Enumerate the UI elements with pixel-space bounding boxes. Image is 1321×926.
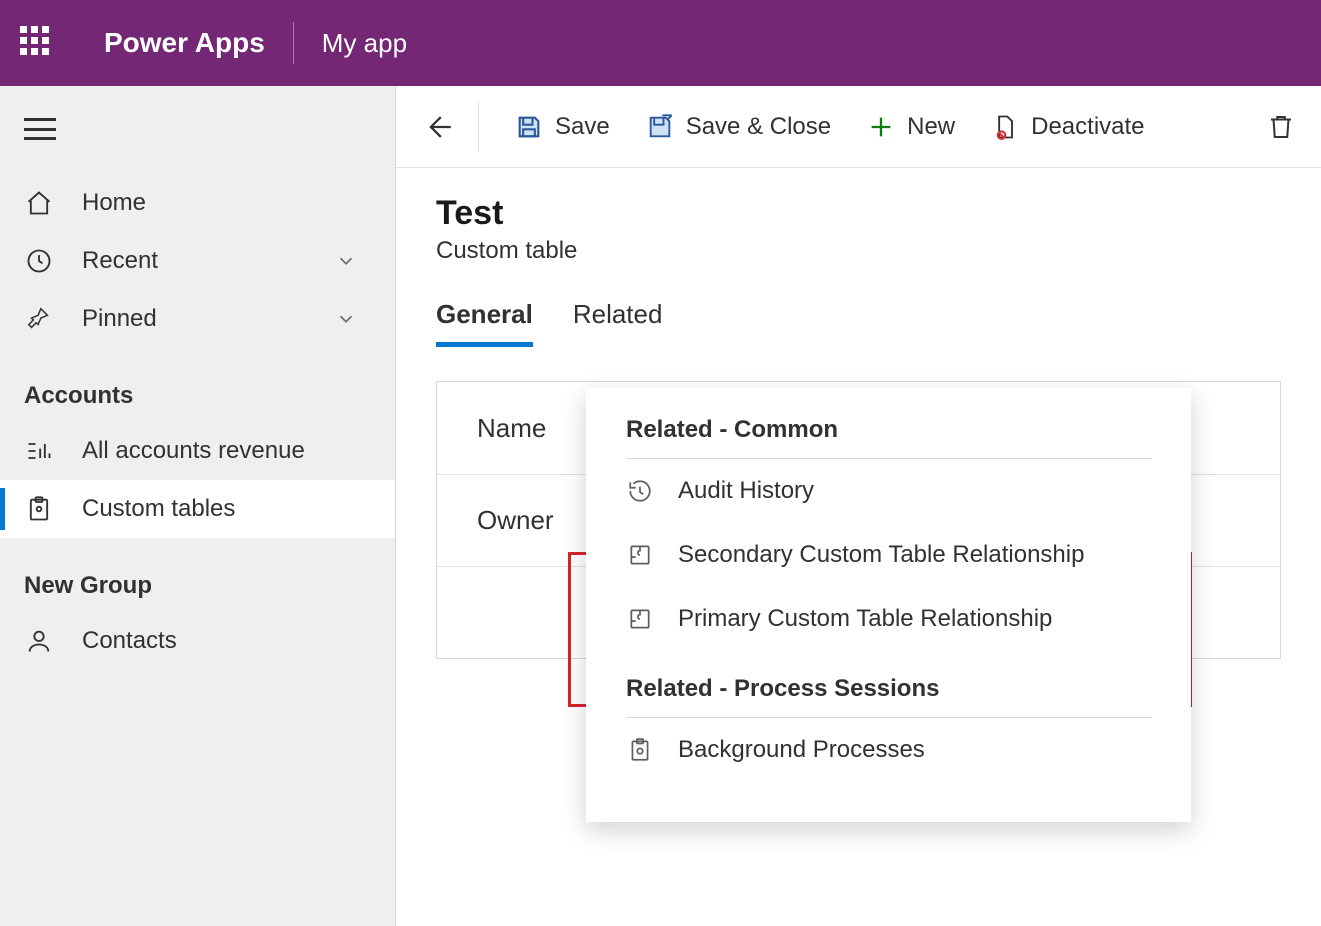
record-subtitle: Custom table (436, 237, 1281, 265)
command-label: New (907, 113, 955, 141)
sidebar-item-contacts[interactable]: Contacts (0, 612, 395, 670)
save-close-icon (646, 113, 674, 141)
chevron-down-icon (335, 308, 357, 330)
command-label: Save (555, 113, 610, 141)
clipboard-icon (626, 736, 654, 764)
sidebar-item-recent[interactable]: Recent (0, 232, 395, 290)
sidebar-item-pinned[interactable]: Pinned (0, 290, 395, 348)
command-label: Save & Close (686, 113, 831, 141)
command-divider (478, 102, 479, 152)
sidebar-group-accounts: Accounts (0, 348, 395, 422)
chart-icon (24, 436, 54, 466)
puzzle-icon (626, 541, 654, 569)
app-header: Power Apps My app (0, 0, 1321, 86)
hamburger-menu-icon[interactable] (24, 118, 56, 140)
save-button[interactable]: Save (497, 100, 628, 154)
flyout-item-label: Background Processes (678, 736, 925, 764)
tab-related[interactable]: Related (573, 299, 663, 347)
deactivate-button[interactable]: Deactivate (973, 100, 1162, 154)
field-label: Name (477, 413, 546, 444)
history-icon (626, 477, 654, 505)
puzzle-icon (626, 605, 654, 633)
flyout-item-label: Audit History (678, 477, 814, 505)
content-area: Save Save & Close New (396, 86, 1321, 926)
flyout-item-label: Primary Custom Table Relationship (678, 605, 1052, 633)
flyout-item-primary-relationship[interactable]: Primary Custom Table Relationship (626, 587, 1151, 651)
field-label: Owner (477, 505, 554, 536)
home-icon (24, 188, 54, 218)
sidebar: Home Recent Pinned Accou (0, 86, 396, 926)
chevron-down-icon (335, 250, 357, 272)
sidebar-item-label: Pinned (82, 305, 157, 333)
deactivate-icon (991, 113, 1019, 141)
sidebar-item-custom-tables[interactable]: Custom tables (0, 480, 395, 538)
sidebar-item-label: Contacts (82, 627, 177, 655)
sidebar-item-label: Recent (82, 247, 158, 275)
back-button[interactable] (416, 105, 460, 149)
command-label: Deactivate (1031, 113, 1144, 141)
tab-general[interactable]: General (436, 299, 533, 347)
related-flyout: Related - Common Audit History Secondary… (586, 388, 1191, 822)
tab-strip: General Related (396, 281, 1321, 347)
sidebar-item-home[interactable]: Home (0, 174, 395, 232)
product-name: Power Apps (104, 27, 265, 59)
flyout-item-audit-history[interactable]: Audit History (626, 459, 1151, 523)
header-divider (293, 22, 294, 64)
pin-icon (24, 304, 54, 334)
clock-icon (24, 246, 54, 276)
sidebar-item-all-accounts-revenue[interactable]: All accounts revenue (0, 422, 395, 480)
sidebar-item-label: Custom tables (82, 495, 235, 523)
record-header: Test Custom table (396, 168, 1321, 281)
app-name[interactable]: My app (322, 28, 407, 59)
command-bar: Save Save & Close New (396, 86, 1321, 168)
person-icon (24, 626, 54, 656)
new-button[interactable]: New (849, 100, 973, 154)
sidebar-group-new-group: New Group (0, 538, 395, 612)
save-icon (515, 113, 543, 141)
flyout-item-secondary-relationship[interactable]: Secondary Custom Table Relationship (626, 523, 1151, 587)
delete-button[interactable] (1261, 107, 1301, 147)
sidebar-item-label: All accounts revenue (82, 437, 305, 465)
app-launcher-icon[interactable] (20, 26, 54, 60)
clipboard-icon (24, 494, 54, 524)
record-title: Test (436, 194, 1281, 233)
save-and-close-button[interactable]: Save & Close (628, 100, 849, 154)
flyout-item-label: Secondary Custom Table Relationship (678, 541, 1084, 569)
flyout-section-process-sessions: Related - Process Sessions (626, 675, 1151, 718)
plus-icon (867, 113, 895, 141)
flyout-section-common: Related - Common (626, 416, 1151, 459)
sidebar-item-label: Home (82, 189, 146, 217)
flyout-item-background-processes[interactable]: Background Processes (626, 718, 1151, 782)
